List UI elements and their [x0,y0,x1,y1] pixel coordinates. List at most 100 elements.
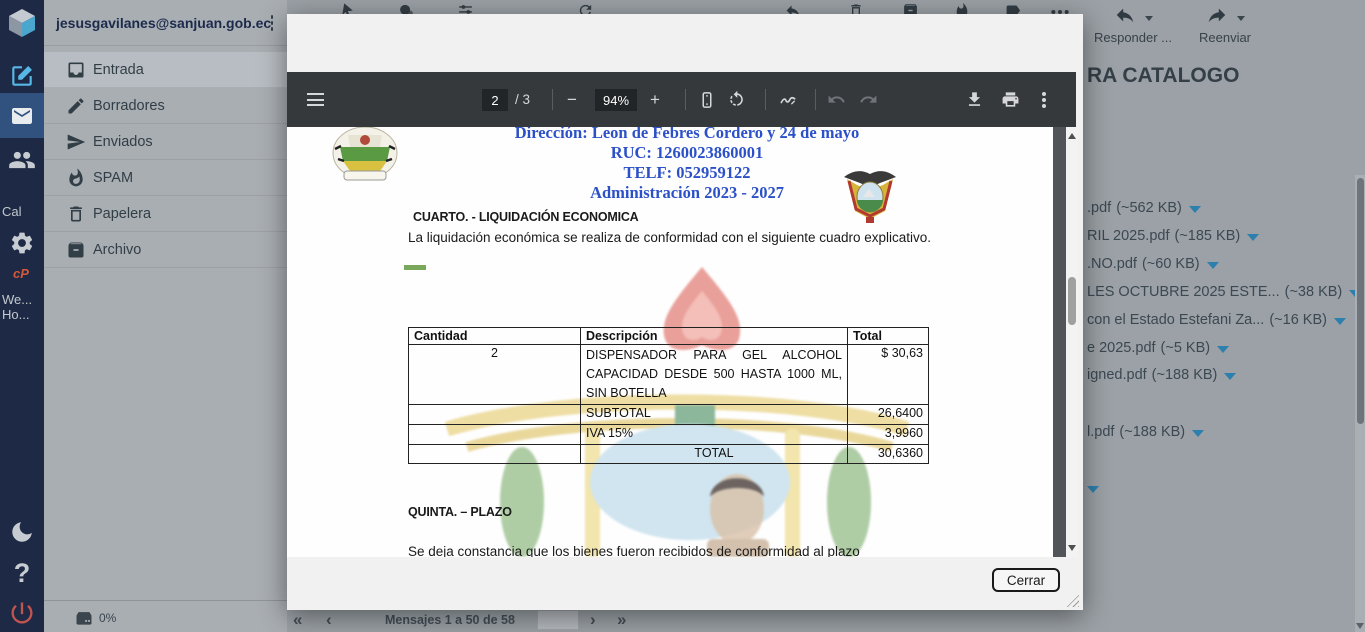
attachment-menu-caret[interactable] [1087,486,1099,493]
folder-label: SPAM [93,170,133,186]
annotate-button[interactable] [778,72,798,127]
rotate-button[interactable] [727,72,746,127]
account-menu-icon[interactable] [271,21,273,25]
attachment-size: (~562 KB) [1116,200,1182,216]
forward-icon [1205,4,1229,26]
cell-cantidad [409,445,581,464]
sidebar-item-archivo[interactable]: Archivo [44,232,287,268]
table-header-row: Cantidad Descripción Total [409,328,929,345]
attachment-item[interactable]: RIL 2025.pdf (~185 KB) [1087,226,1259,246]
reenviar-button[interactable]: Reenviar [1182,4,1268,45]
reenviar-label: Reenviar [1182,30,1268,45]
download-button[interactable] [965,72,984,127]
zoom-level-input[interactable]: 94% [595,89,637,111]
pdf-scroll-up-icon[interactable] [1068,133,1076,139]
fit-to-page-button[interactable] [698,72,716,127]
sidebar-item-papelera[interactable]: Papelera [44,196,287,232]
message-subject: RA CATALOGO [1087,64,1239,88]
attachment-size: (~5 KB) [1161,340,1211,356]
attachment-menu-caret[interactable] [1247,234,1259,241]
pdf-more-button[interactable] [1042,72,1046,127]
cell-descripcion: DISPENSADOR PARA GEL ALCOHOL CAPACIDAD D… [581,345,848,405]
pdf-menu-button[interactable] [307,72,324,127]
nav-settings-button[interactable] [0,228,44,258]
attachment-item[interactable]: igned.pdf (~188 KB) [1087,365,1236,385]
resize-handle[interactable] [1065,593,1079,607]
rotate-ccw-icon [727,90,746,109]
attachment-name: .NO.pdf [1087,256,1137,272]
attachment-item[interactable]: l.pdf (~188 KB) [1087,422,1204,442]
attachment-item[interactable]: con el Estado Estefani Za... (~16 KB) [1087,310,1346,330]
storage-divider [44,600,287,601]
nav-mail-button[interactable] [0,93,44,138]
attachment-name: igned.pdf [1087,367,1147,383]
attachment-menu-caret[interactable] [1189,206,1201,213]
pdf-scrollbar-thumb[interactable] [1068,277,1076,325]
attachment-menu-caret[interactable] [1334,318,1346,325]
scroll-down-icon[interactable] [1356,623,1364,629]
attachment-menu-caret[interactable] [1217,346,1229,353]
pdf-page-input[interactable]: 2 [482,89,508,111]
cell-total: 3,9960 [848,425,929,445]
cell-total: $ 30,63 [848,345,929,405]
redo-button[interactable] [859,72,878,127]
main-scrollbar[interactable] [1355,175,1365,632]
main-scrollbar-thumb[interactable] [1357,178,1364,424]
col-header-total: Total [848,328,929,345]
pencil-icon [66,96,86,116]
nav-webmail-label-line2[interactable]: Ho... [2,307,44,322]
toolbar-divider [815,89,816,110]
responder-dropdown-caret[interactable] [1145,16,1153,21]
compose-button[interactable] [0,60,44,92]
attachment-name: e 2025.pdf [1087,340,1156,356]
folder-label: Borradores [93,98,165,114]
print-button[interactable] [1001,72,1020,127]
pagination-label: Mensajes 1 a 50 de 58 [385,613,515,627]
pdf-scrollbar[interactable] [1066,127,1078,557]
sidebar-item-entrada[interactable]: Entrada [44,52,287,88]
attachment-menu-caret[interactable] [1224,373,1236,380]
help-button[interactable]: ? [0,556,44,590]
storage-percent: 0% [99,611,116,625]
attachment-item[interactable]: .pdf (~562 KB) [1087,198,1201,218]
zoom-in-button[interactable]: + [650,72,660,127]
attachment-name: LES OCTUBRE 2025 ESTE... [1087,284,1280,300]
cpanel-link[interactable]: cP [13,266,55,281]
attachment-menu-caret[interactable] [1192,430,1204,437]
attachment-item[interactable]: .NO.pdf (~60 KB) [1087,254,1219,274]
sidebar-item-spam[interactable]: SPAM [44,160,287,196]
attachment-item[interactable]: e 2025.pdf (~5 KB) [1087,338,1229,358]
table-row: IVA 15% 3,9960 [409,425,929,445]
page-last-button[interactable]: » [617,611,626,629]
section4-title: CUARTO. - LIQUIDACIÓN ECONOMICA [413,210,639,224]
nav-calendar-label[interactable]: Cal [2,204,44,219]
page-next-button[interactable]: › [590,611,596,629]
attachment-item[interactable] [1087,478,1099,498]
letterhead-line: Dirección: Leon de Febres Cordero y 24 d… [397,127,977,143]
logout-button[interactable] [0,596,44,630]
pdf-viewport[interactable]: Dirección: Leon de Febres Cordero y 24 d… [287,127,1078,557]
page-first-button[interactable]: « [293,611,302,629]
pdf-scroll-down-icon[interactable] [1068,545,1076,551]
ink-pen-icon [778,90,798,110]
compose-icon [9,63,35,89]
pdf-toolbar: 2 / 3 − 94% + [287,72,1076,127]
sidebar-item-enviados[interactable]: Enviados [44,124,287,160]
page-prev-button[interactable]: ‹ [326,611,332,629]
flame-icon [66,168,86,188]
nav-webmail-label-line1[interactable]: We... [2,292,44,307]
nav-contacts-button[interactable] [0,142,44,178]
page-number-box[interactable] [537,610,579,630]
dark-mode-button[interactable] [0,516,44,548]
cerrar-button[interactable]: Cerrar [992,568,1060,592]
attachment-name: l.pdf [1087,424,1114,440]
col-header-descripcion: Descripción [581,328,848,345]
attachment-menu-caret[interactable] [1207,262,1219,269]
undo-button[interactable] [827,72,846,127]
responder-button[interactable]: Responder ... [1090,4,1176,45]
gear-icon [9,230,35,256]
reenviar-dropdown-caret[interactable] [1237,16,1245,21]
attachment-item[interactable]: LES OCTUBRE 2025 ESTE... (~38 KB) [1087,282,1361,302]
zoom-out-button[interactable]: − [567,72,577,127]
sidebar-item-borradores[interactable]: Borradores [44,88,287,124]
